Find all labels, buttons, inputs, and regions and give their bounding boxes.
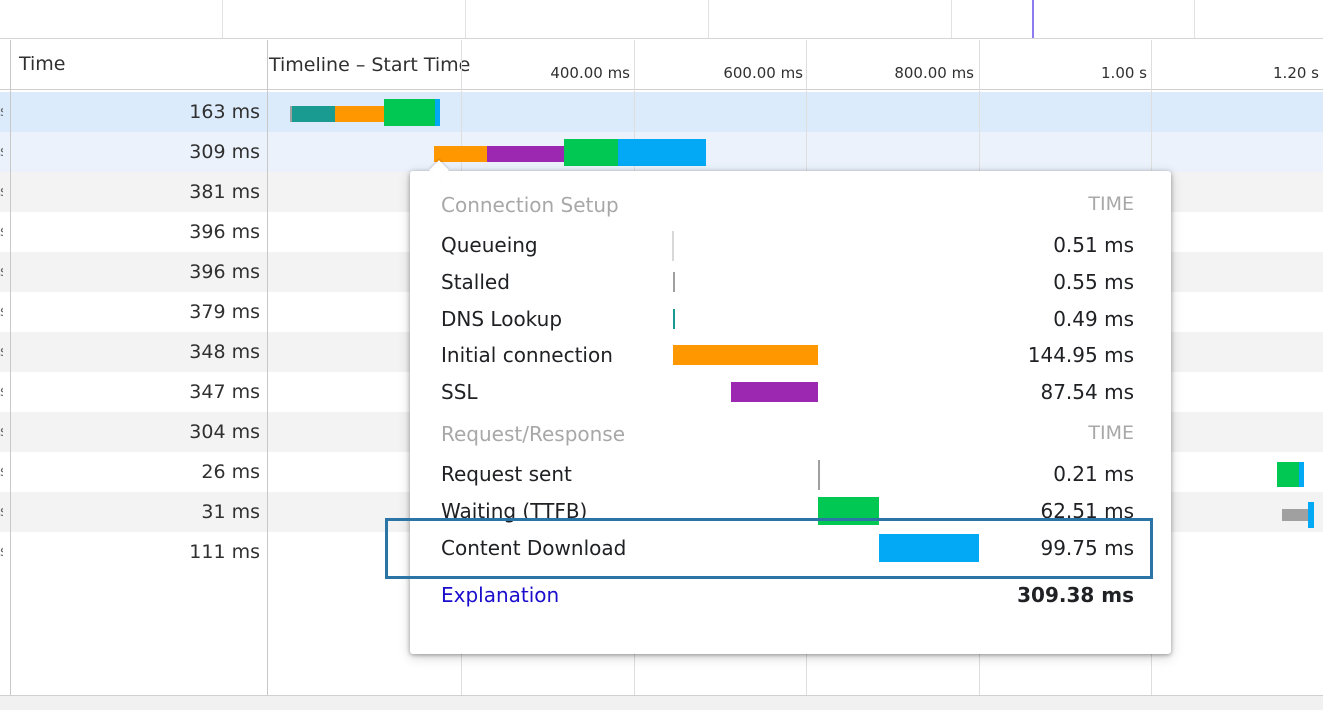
timing-label: DNS Lookup [441,307,563,331]
timing-row-initial-connection: Initial connection 144.95 ms [441,341,1134,371]
waterfall-segment-content-download [1308,502,1314,528]
row-status-fragment: s [0,504,3,520]
timing-label: Initial connection [441,343,613,367]
row-time: 379 ms [189,301,260,323]
content-download-highlight [385,518,1153,579]
timing-bar-stalled [673,272,675,292]
section-title: Request/Response [441,422,626,446]
timing-popover: Connection Setup TIME Queueing 0.51 ms S… [410,160,1171,654]
row-status-fragment: s [0,184,3,200]
waterfall-segment-dns [292,106,335,122]
row-time: 396 ms [189,261,260,283]
row-status-fragment: s [0,464,3,480]
row-status-fragment: s [0,144,3,160]
row-time: 309 ms [189,141,260,163]
timing-footer: Explanation 309.38 ms [441,581,1134,611]
section-header-connection-setup: Connection Setup TIME [441,191,1134,221]
timing-bar-request-sent [818,460,820,490]
waterfall-segment-initial-connection [335,106,384,122]
timing-row-stalled: Stalled 0.55 ms [441,268,1134,298]
row-time: 26 ms [201,461,260,483]
overview-gridline [1194,0,1195,38]
row-time: 381 ms [189,181,260,203]
row-status-fragment: s [0,384,3,400]
column-divider[interactable] [267,40,268,695]
timing-label: Queueing [441,233,538,257]
row-status-fragment: s [0,304,3,320]
timing-bar-initial-connection [673,345,818,365]
timing-value: 144.95 ms [1027,343,1134,367]
row-status-fragment: s [0,424,3,440]
column-header-time[interactable]: Time [19,53,66,75]
explanation-link[interactable]: Explanation [441,583,559,607]
column-header-timeline[interactable]: Timeline – Start Time [269,54,470,76]
timeline-tick-label: 600.00 ms [723,64,803,82]
timing-value: 0.55 ms [1053,270,1134,294]
timing-bar-dns [673,309,675,329]
waterfall-segment-waiting [384,99,435,126]
waterfall-segment-content-download [1299,462,1304,487]
timing-value: 0.21 ms [1053,462,1134,486]
section-time-header: TIME [1088,193,1134,215]
waterfall-segment-content-download [618,139,706,166]
table-row[interactable]: s 163 ms [0,92,1323,132]
overview-gridline [951,0,952,38]
overview-gridline [708,0,709,38]
row-time: 347 ms [189,381,260,403]
timing-label: Stalled [441,270,510,294]
row-status-fragment: s [0,104,3,120]
row-status-fragment: s [0,264,3,280]
section-title: Connection Setup [441,193,619,217]
section-header-request-response: Request/Response TIME [441,420,1134,450]
network-table-header: Time Timeline – Start Time 400.00 ms 600… [0,39,1323,90]
row-time: 111 ms [189,541,260,563]
timing-bar-ssl [731,382,818,402]
row-status-fragment: s [0,544,3,560]
column-divider [10,40,11,695]
overview-strip[interactable] [0,0,1323,39]
row-status-fragment: s [0,224,3,240]
row-time: 304 ms [189,421,260,443]
timing-label: SSL [441,380,478,404]
timing-bar-queueing [672,231,674,261]
timing-row-queueing: Queueing 0.51 ms [441,231,1134,261]
overview-load-marker [1032,0,1034,38]
waterfall-segment-waiting [564,139,618,166]
row-time: 348 ms [189,341,260,363]
waterfall-segment-stalled [1282,509,1308,521]
timeline-tick-label: 400.00 ms [550,64,630,82]
waterfall-segment-ssl [487,146,564,162]
timing-total: 309.38 ms [1017,583,1134,607]
row-time: 396 ms [189,221,260,243]
timing-value: 87.54 ms [1040,380,1134,404]
row-time: 31 ms [201,501,260,523]
status-bar [0,695,1323,710]
timing-label: Request sent [441,462,572,486]
timing-row-request-sent: Request sent 0.21 ms [441,460,1134,490]
overview-gridline [222,0,223,38]
timing-value: 0.49 ms [1053,307,1134,331]
timeline-tick-label: 1.20 s [1273,64,1319,82]
row-time: 163 ms [189,101,260,123]
waterfall-segment-content-download [435,99,440,126]
waterfall-segment-initial-connection [434,146,487,162]
waterfall-segment-waiting [1277,462,1299,487]
timeline-tick-label: 1.00 s [1101,64,1147,82]
section-time-header: TIME [1088,422,1134,444]
timing-value: 0.51 ms [1053,233,1134,257]
timeline-tick-label: 800.00 ms [894,64,974,82]
timing-row-dns-lookup: DNS Lookup 0.49 ms [441,305,1134,335]
row-status-fragment: s [0,344,3,360]
timing-row-ssl: SSL 87.54 ms [441,378,1134,408]
overview-gridline [465,0,466,38]
